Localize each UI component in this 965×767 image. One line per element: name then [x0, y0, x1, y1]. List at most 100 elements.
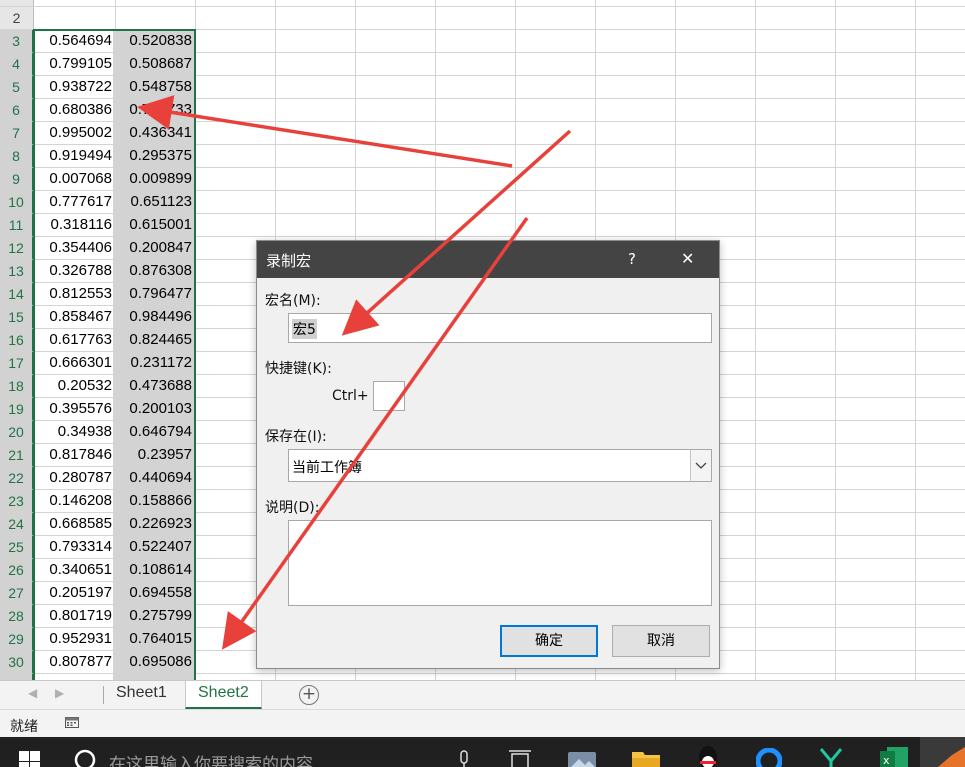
cell-empty[interactable]	[273, 99, 356, 122]
cell-col-a[interactable]: 0.812553	[33, 283, 116, 306]
cell-empty[interactable]	[913, 76, 965, 99]
sheet-tab-sheet2[interactable]: Sheet2	[185, 681, 262, 709]
cancel-button[interactable]: 取消	[612, 625, 710, 657]
cell-empty[interactable]	[913, 283, 965, 306]
cell-empty[interactable]	[593, 191, 676, 214]
cell-empty[interactable]	[833, 260, 916, 283]
row-header[interactable]: 2	[0, 7, 34, 30]
cell-empty[interactable]	[833, 375, 916, 398]
row-header[interactable]: 24	[0, 513, 34, 536]
cell-empty[interactable]	[273, 76, 356, 99]
cell-empty[interactable]	[513, 99, 596, 122]
cell-empty[interactable]	[753, 168, 836, 191]
macro-record-icon[interactable]	[64, 715, 80, 735]
row-header[interactable]: 8	[0, 145, 34, 168]
cell-empty[interactable]	[833, 191, 916, 214]
cell-col-a[interactable]: 0.668585	[33, 513, 116, 536]
cell-empty[interactable]	[753, 605, 836, 628]
cell-empty[interactable]	[753, 7, 836, 30]
cell-empty[interactable]	[913, 329, 965, 352]
cell-empty[interactable]	[353, 214, 436, 237]
cell-col-a[interactable]: 0.801719	[33, 605, 116, 628]
row-header[interactable]: 15	[0, 306, 34, 329]
cell-empty[interactable]	[193, 0, 276, 7]
cell-col-a[interactable]: 0.858467	[33, 306, 116, 329]
cell-col-a[interactable]: 0.617763	[33, 329, 116, 352]
cell-empty[interactable]	[433, 53, 516, 76]
cell-empty[interactable]	[593, 7, 676, 30]
cell-empty[interactable]	[913, 559, 965, 582]
cell-empty[interactable]	[833, 651, 916, 674]
cell-empty[interactable]	[593, 145, 676, 168]
cell-empty[interactable]	[913, 651, 965, 674]
cell-col-b[interactable]: 0.651123	[113, 191, 196, 214]
cell-empty[interactable]	[833, 628, 916, 651]
cell-empty[interactable]	[193, 122, 276, 145]
cell-empty[interactable]	[193, 214, 276, 237]
cell-empty[interactable]	[753, 628, 836, 651]
add-sheet-icon[interactable]: +	[299, 685, 319, 705]
cell-empty[interactable]	[753, 329, 836, 352]
cell-empty[interactable]	[833, 421, 916, 444]
cell-empty[interactable]	[513, 53, 596, 76]
cell-empty[interactable]	[513, 30, 596, 53]
cell-col-b[interactable]: 0.876308	[113, 260, 196, 283]
cell-col-b[interactable]: 0.694558	[113, 582, 196, 605]
store-in-select[interactable]: 当前工作簿	[288, 449, 712, 482]
cell-empty[interactable]	[273, 53, 356, 76]
cell-empty[interactable]	[913, 7, 965, 30]
cell-empty[interactable]	[353, 122, 436, 145]
cell-empty[interactable]	[353, 30, 436, 53]
cell-empty[interactable]	[513, 191, 596, 214]
row-header[interactable]: 18	[0, 375, 34, 398]
cell-empty[interactable]	[833, 214, 916, 237]
dropdown-button[interactable]	[690, 450, 711, 481]
cell-col-a[interactable]: 0.817846	[33, 444, 116, 467]
cell-col-a[interactable]: 0.340651	[33, 559, 116, 582]
cell-empty[interactable]	[593, 76, 676, 99]
row-header[interactable]: 22	[0, 467, 34, 490]
cell-empty[interactable]	[833, 168, 916, 191]
cell-empty[interactable]	[913, 513, 965, 536]
cell-col-b[interactable]: 0.158866	[113, 490, 196, 513]
cell-empty[interactable]	[913, 375, 965, 398]
row-header[interactable]: 30	[0, 651, 34, 674]
cell-col-a[interactable]: 0.919494	[33, 145, 116, 168]
cell-empty[interactable]	[833, 122, 916, 145]
matlab-icon[interactable]	[938, 747, 965, 767]
cell-empty[interactable]	[833, 352, 916, 375]
cell-col-b[interactable]: 0.646794	[113, 421, 196, 444]
cell-col-b[interactable]: 0.796477	[113, 283, 196, 306]
row-header[interactable]: 17	[0, 352, 34, 375]
cell-col-b[interactable]: 0.440694	[113, 467, 196, 490]
cell-col-b[interactable]: 0.615001	[113, 214, 196, 237]
cell-empty[interactable]	[273, 191, 356, 214]
cell-empty[interactable]	[433, 99, 516, 122]
cell-empty[interactable]	[353, 0, 436, 7]
cell-empty[interactable]	[833, 237, 916, 260]
photos-app-icon[interactable]	[567, 749, 597, 767]
row-header[interactable]: 27	[0, 582, 34, 605]
row-header[interactable]: 29	[0, 628, 34, 651]
cell-empty[interactable]	[833, 582, 916, 605]
row-header[interactable]: 1	[0, 0, 34, 7]
cell-empty[interactable]	[673, 145, 756, 168]
cell-empty[interactable]	[193, 99, 276, 122]
cell-empty[interactable]	[913, 605, 965, 628]
cell-col-b[interactable]: 0.295375	[113, 145, 196, 168]
cell-empty[interactable]	[513, 0, 596, 7]
cell-empty[interactable]	[353, 145, 436, 168]
cell-empty[interactable]	[833, 283, 916, 306]
cell-empty[interactable]	[673, 30, 756, 53]
cell-empty[interactable]	[833, 536, 916, 559]
excel-taskbar-icon[interactable]: x	[879, 745, 909, 767]
scroll-left-icon[interactable]: ◀	[28, 686, 37, 700]
cell-empty[interactable]	[753, 352, 836, 375]
cell-empty[interactable]	[833, 306, 916, 329]
cell-col-b[interactable]: 0.473688	[113, 375, 196, 398]
cell-col-b[interactable]: 0.200847	[113, 237, 196, 260]
cell-empty[interactable]	[913, 191, 965, 214]
cell-col-a[interactable]: 0.666301	[33, 352, 116, 375]
cell-col-a[interactable]: 0.205197	[33, 582, 116, 605]
cell-empty[interactable]	[913, 352, 965, 375]
